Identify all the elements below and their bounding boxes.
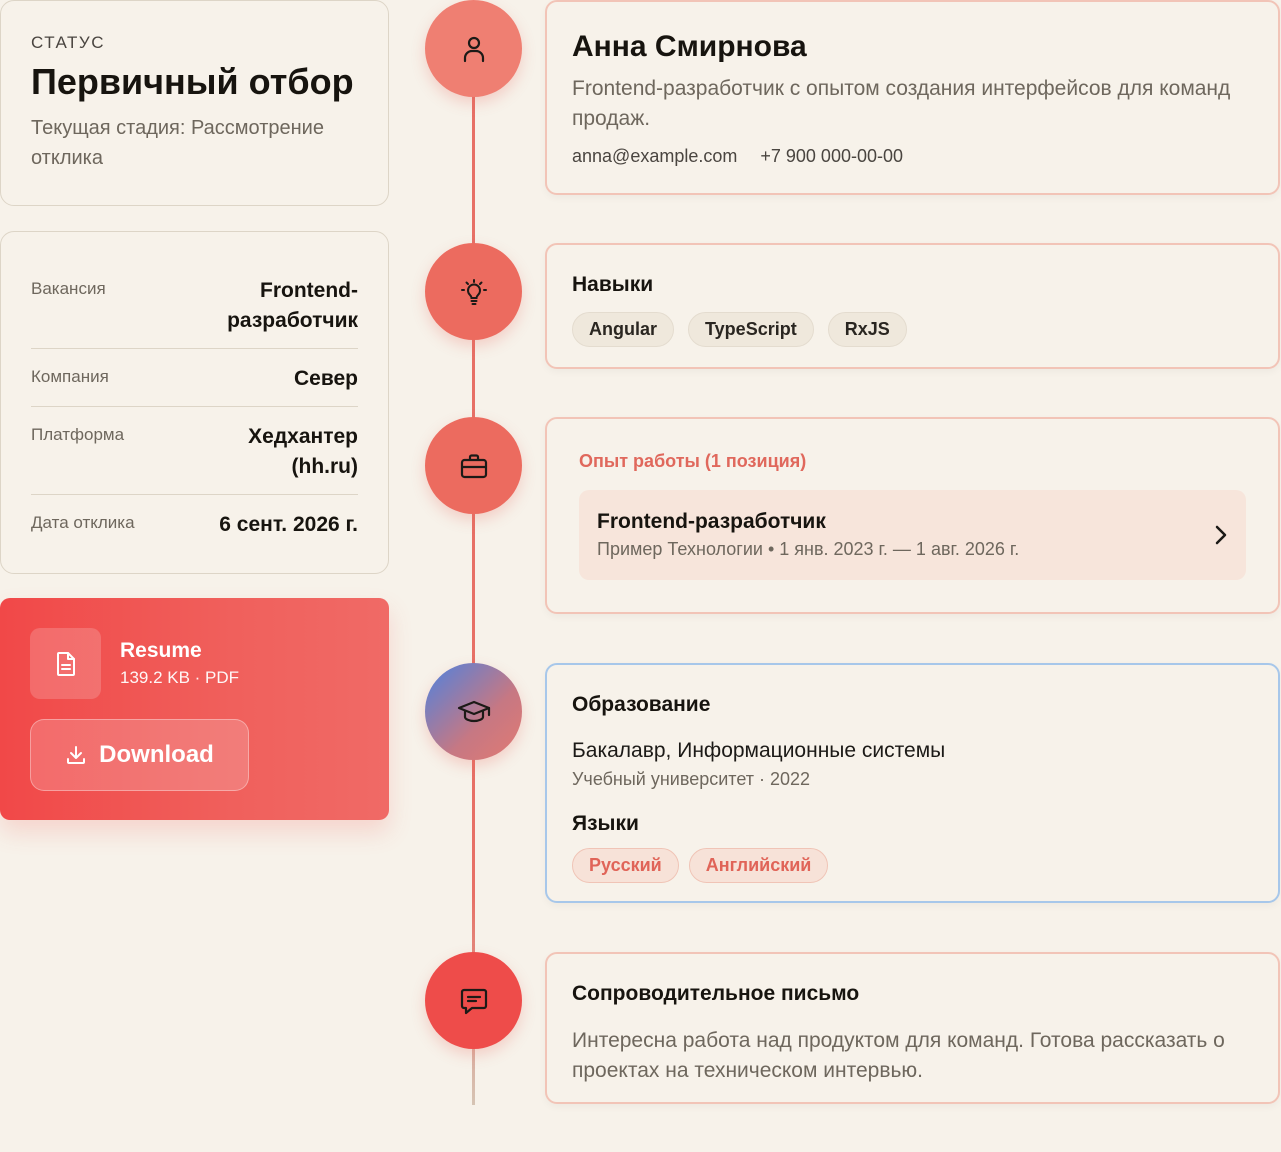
download-button[interactable]: Download [30,719,249,791]
info-key: Платформа [31,425,125,444]
info-row-company: Компания Север [31,349,358,407]
status-card: СТАТУС Первичный отбор Текущая стадия: Р… [0,0,389,206]
download-button-label: Download [99,741,214,768]
info-row-date: Дата отклика 6 сент. 2026 г. [31,495,358,552]
info-key: Дата отклика [31,513,135,532]
info-key: Вакансия [31,279,106,298]
skill-chip: TypeScript [688,312,814,347]
briefcase-icon [425,417,522,514]
language-chip: Английский [688,848,829,883]
candidate-description: Frontend-разработчик с опытом создания и… [572,77,1231,130]
experience-details: Пример Технологии • 1 янв. 2023 г. — 1 а… [597,539,1020,559]
resume-file-name: Resume [120,639,202,662]
education-panel: Образование Бакалавр, Информационные сис… [545,663,1280,903]
info-value: Frontend-разработчик [227,279,358,332]
status-title: Первичный отбор [31,61,354,102]
skill-chip: Angular [572,312,675,347]
experience-item[interactable]: Frontend-разработчик Пример Технологии •… [579,490,1246,580]
info-value: 6 сент. 2026 г. [219,513,358,536]
application-page: СТАТУС Первичный отбор Текущая стадия: Р… [0,0,1281,1152]
education-title: Образование [572,693,711,716]
file-icon [30,628,101,699]
graduation-cap-icon [425,663,522,760]
chevron-right-icon [1215,525,1227,545]
cover-letter-title: Сопроводительное письмо [572,982,860,1005]
experience-position: Frontend-разработчик [597,510,826,533]
info-row-vacancy: Вакансия Frontend-разработчик [31,262,358,349]
candidate-name: Анна Смирнова [572,30,807,63]
skill-chip: RxJS [827,312,907,347]
info-value: Хедхантер (hh.ru) [248,425,358,478]
status-subtitle: Текущая стадия: Рассмотрение отклика [31,117,324,169]
candidate-email[interactable]: anna@example.com [572,146,737,166]
message-icon [425,952,522,1049]
skills-panel: Навыки Angular TypeScript RxJS [545,243,1280,369]
resume-card: Resume 139.2 KB · PDF Download [0,598,389,820]
info-key: Компания [31,367,109,386]
vacancy-info-card: Вакансия Frontend-разработчик Компания С… [0,231,389,574]
timeline-line [472,60,475,1105]
candidate-panel: Анна Смирнова Frontend-разработчик с опы… [545,0,1280,195]
info-value: Север [294,367,358,390]
candidate-phone[interactable]: +7 900 000-00-00 [760,146,903,166]
skills-title: Навыки [572,273,654,296]
languages-title: Языки [572,812,639,835]
education-details: Учебный университет · 2022 [572,769,811,789]
cover-letter-panel: Сопроводительное письмо Интересна работа… [545,952,1280,1104]
experience-panel: Опыт работы (1 позиция) Frontend-разрабо… [545,417,1280,614]
education-degree: Бакалавр, Информационные системы [572,739,946,762]
download-icon [67,746,86,764]
resume-file-meta: 139.2 KB · PDF [120,668,240,687]
user-icon [425,0,522,97]
cover-letter-text: Интересна работа над продуктом для коман… [572,1029,1225,1082]
status-label: СТАТУС [31,33,106,52]
lightbulb-icon [425,243,522,340]
experience-title: Опыт работы (1 позиция) [579,451,807,471]
info-row-platform: Платформа Хедхантер (hh.ru) [31,407,358,495]
language-chip: Русский [572,848,679,883]
